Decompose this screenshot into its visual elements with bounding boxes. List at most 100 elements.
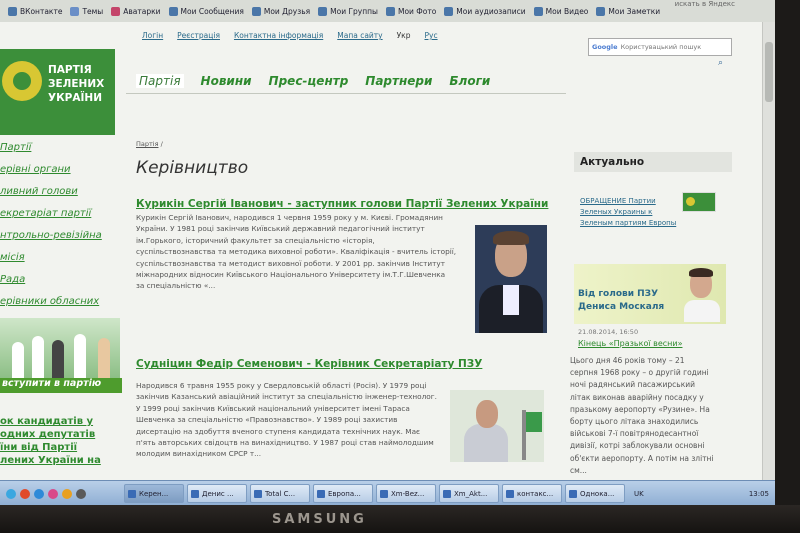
nav-party[interactable]: Партія <box>136 74 184 88</box>
bookmark-icon <box>168 6 178 16</box>
breadcrumb-party[interactable]: Партія <box>136 140 159 148</box>
news-date: 21.08.2014, 16:50 <box>578 328 639 336</box>
window-icon <box>380 489 388 498</box>
login-link[interactable]: Логін <box>142 31 163 40</box>
nav-partners[interactable]: Партнери <box>365 74 432 88</box>
bookmark-label: Мои аудиозаписи <box>456 6 526 16</box>
window-icon <box>128 489 136 498</box>
task-buttons: Керен... Денис ... Total C... Европа... Xm-B… <box>124 484 628 503</box>
bio-line: Шевченка за спеціальністю «Правознавство… <box>136 415 398 425</box>
taskbar-button[interactable]: Керен... <box>124 484 184 503</box>
left-menu-item[interactable]: екретаріат партії <box>0 208 110 219</box>
news-line: празькому аеропорту «Рузине». На <box>570 404 710 414</box>
bio-line: України. У 1981 році закінчив Київський … <box>136 224 425 234</box>
news-line: об'єкти аеропорту. А потім на злітні <box>570 453 714 463</box>
party-logo[interactable]: ПАРТІЯ ЗЕЛЕНИХ УКРАЇНИ <box>0 49 115 135</box>
taskbar-button[interactable]: Европа... <box>313 484 373 503</box>
contacts-link[interactable]: Контактна інформація <box>234 31 323 40</box>
search-icon[interactable]: ⌕ <box>718 58 723 68</box>
left-menu-item[interactable]: Партії <box>0 142 110 153</box>
opera-icon[interactable] <box>20 488 30 499</box>
nav-news[interactable]: Новини <box>201 74 252 88</box>
bio-line: молодим винахідником СРСР т... <box>136 449 262 459</box>
bookmark-1[interactable]: Темы <box>70 6 103 16</box>
news-title-link[interactable]: Кінець «Празької весни» <box>578 339 682 348</box>
search-placeholder: Користувацький пошук <box>620 43 702 51</box>
taskbar: Керен... Денис ... Total C... Европа... Xm-B… <box>0 480 775 505</box>
bookmark-icon <box>533 6 543 16</box>
search-input[interactable]: Google Користувацький пошук <box>588 38 732 56</box>
clock[interactable]: 13:05 <box>749 490 769 498</box>
window-icon <box>443 489 451 498</box>
person2-bio: Народився 6 травня 1955 року у Свердловс… <box>136 380 464 460</box>
bookmark-icon <box>318 6 328 16</box>
left-menu-item[interactable]: нтрольно-ревізійна <box>0 230 110 241</box>
left-menu-item[interactable]: ливний голови <box>0 186 110 197</box>
lang-rus[interactable]: Рус <box>424 31 437 40</box>
window-icon <box>569 489 577 498</box>
taskbar-button-label: Xm_Akt... <box>454 489 488 498</box>
scrollbar-thumb[interactable] <box>765 42 773 102</box>
taskbar-button-label: Керен... <box>139 489 169 498</box>
taskbar-button[interactable]: Однока... <box>565 484 625 503</box>
bookmark-0[interactable]: ВКонтакте <box>8 6 62 16</box>
bookmark-icon <box>8 6 17 16</box>
leader-banner-text[interactable]: Від голови ПЗУ Дениса Москаля <box>578 288 664 314</box>
news-line: борту цього літака знаходились <box>570 417 699 427</box>
register-link[interactable]: Реєстрація <box>177 31 220 40</box>
yandex-search-hint[interactable]: искать в Яндекс <box>675 0 735 8</box>
bookmark-label: Мои Группы <box>330 6 378 16</box>
window-icon <box>191 489 199 498</box>
app-icon[interactable] <box>48 488 58 499</box>
bio-line: за спеціальністю «... <box>136 281 216 291</box>
page-scrollbar[interactable] <box>762 22 775 480</box>
bio-line: міжнародних відносин Київського Націонал… <box>136 270 446 280</box>
taskbar-button[interactable]: контакс... <box>502 484 562 503</box>
media-icon[interactable] <box>76 488 86 499</box>
taskbar-button[interactable]: Xm-Bez... <box>376 484 436 503</box>
person2-photo[interactable] <box>450 390 544 462</box>
main-nav: Партія Новини Прес-центр Партнери Блоги <box>136 74 490 88</box>
bookmark-6[interactable]: Мои Фото <box>385 6 436 16</box>
lang-ukr[interactable]: Укр <box>397 31 411 40</box>
left-menu-item[interactable]: Рада <box>0 274 110 285</box>
taskbar-button[interactable]: Xm_Akt... <box>439 484 499 503</box>
nav-blogs[interactable]: Блоги <box>449 74 490 88</box>
taskbar-button[interactable]: Денис ... <box>187 484 247 503</box>
bookmark-label: Мои Видео <box>545 6 589 16</box>
person2-name-link[interactable]: Судніцин Федір Семенович - Керівник Секр… <box>136 358 482 370</box>
bookmark-3[interactable]: Мои Сообщения <box>168 6 244 16</box>
bookmark-2[interactable]: Аватарки <box>111 6 161 16</box>
nav-press[interactable]: Прес-центр <box>269 74 349 88</box>
left-menu-item[interactable]: ерівники обласних <box>0 296 110 307</box>
language-indicator[interactable]: UK <box>634 490 644 498</box>
bookmark-8[interactable]: Мои Видео <box>533 6 589 16</box>
bio-line: ім.Горького, історичний факультет за спе… <box>136 235 375 245</box>
candidates-link[interactable]: ок кандидатів у одних депутатів їни від Па… <box>0 415 110 467</box>
left-menu-item[interactable]: місія <box>0 252 110 263</box>
volunteers-image[interactable] <box>0 318 120 378</box>
monitor-bezel-right <box>775 0 800 533</box>
left-menu-item[interactable]: ерівні органи <box>0 164 110 175</box>
bookmark-icon <box>385 6 395 16</box>
taskbar-button[interactable]: Total C... <box>250 484 310 503</box>
window-icon <box>317 489 325 498</box>
news-line: дивізії, котрі заблокували основні <box>570 441 705 451</box>
bookmark-5[interactable]: Мои Группы <box>318 6 378 16</box>
person1-photo[interactable] <box>475 225 547 333</box>
window-icon <box>254 489 262 498</box>
bookmark-label: Мои Заметки <box>608 6 661 16</box>
person1-name-link[interactable]: Курикін Сергій Іванович - заступник голо… <box>136 198 548 210</box>
bookmark-4[interactable]: Мои Друзья <box>251 6 310 16</box>
browser-icon[interactable] <box>6 488 16 499</box>
sitemap-link[interactable]: Мапа сайту <box>337 31 382 40</box>
news-text: Цього дня 46 років тому – 21 серпня 1968 … <box>570 355 732 477</box>
page-title: Керівництво <box>136 158 249 178</box>
folder-icon[interactable] <box>62 488 72 499</box>
pzu-logo[interactable] <box>682 192 716 212</box>
ie-icon[interactable] <box>34 488 44 499</box>
bookmark-9[interactable]: Мои Заметки <box>596 6 661 16</box>
appeal-link[interactable]: ОБРАЩЕНИЕ Партии Зеленых Украины к Зеленым… <box>580 196 680 229</box>
join-party-button[interactable]: вступити в партію <box>0 378 122 393</box>
bookmark-7[interactable]: Мои аудиозаписи <box>444 6 526 16</box>
